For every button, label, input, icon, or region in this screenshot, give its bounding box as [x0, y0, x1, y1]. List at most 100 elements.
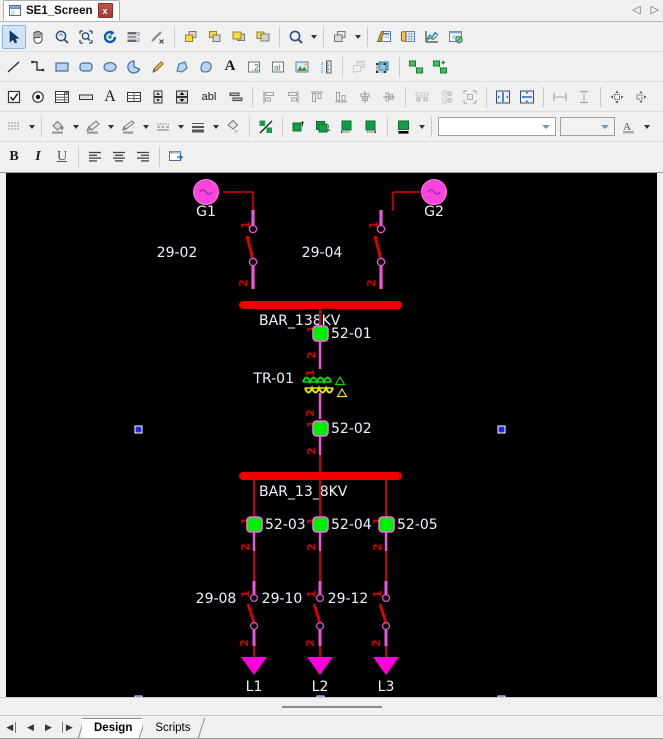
- size-right-button[interactable]: [359, 115, 383, 139]
- fill-color-button[interactable]: [46, 115, 70, 139]
- align-left[interactable]: [257, 85, 281, 109]
- radio-button-tool[interactable]: [26, 85, 50, 109]
- font-color-button[interactable]: A: [617, 115, 641, 139]
- updown-tool[interactable]: [170, 85, 194, 109]
- gradient-button[interactable]: [221, 115, 245, 139]
- underline-button[interactable]: U: [50, 145, 74, 169]
- pie-tool[interactable]: [122, 55, 146, 79]
- chevron-down-icon[interactable]: [416, 115, 427, 139]
- numeric-display-tool[interactable]: .2: [242, 55, 266, 79]
- space-horizontal[interactable]: [548, 85, 572, 109]
- image-tool[interactable]: [290, 55, 314, 79]
- chevron-down-icon[interactable]: [70, 115, 81, 139]
- button-tool[interactable]: [74, 85, 98, 109]
- next-sheet-icon[interactable]: ▶: [40, 719, 57, 737]
- transformer-TR-01[interactable]: 1 TR-01 2: [252, 359, 348, 419]
- toggle-fill-line[interactable]: [254, 115, 278, 139]
- pan-hand-tool[interactable]: [26, 25, 50, 49]
- chevron-down-icon[interactable]: [308, 25, 319, 49]
- nudge-center[interactable]: [605, 85, 629, 109]
- send-to-back[interactable]: [203, 25, 227, 49]
- distribute-vertical[interactable]: [434, 85, 458, 109]
- zoom-tool[interactable]: [50, 25, 74, 49]
- shadow-color-button[interactable]: [392, 115, 416, 139]
- tab-prev-icon[interactable]: ◁: [632, 3, 640, 16]
- chevron-down-icon[interactable]: [352, 25, 363, 49]
- grid-control-tool[interactable]: [122, 85, 146, 109]
- text-align-right-button[interactable]: [131, 145, 155, 169]
- generator-G1-group[interactable]: G1: [193, 179, 254, 221]
- disconnect-switch-29-12[interactable]: 1 2 29-12: [328, 581, 391, 647]
- duplicate-offset-tool[interactable]: [347, 55, 371, 79]
- chevron-down-icon[interactable]: [597, 118, 612, 135]
- nudge-spread[interactable]: [629, 85, 653, 109]
- bold-button[interactable]: B: [2, 145, 26, 169]
- ellipse-tool[interactable]: [98, 55, 122, 79]
- line-style-button[interactable]: [151, 115, 175, 139]
- selection-handle[interactable]: [497, 425, 506, 434]
- textbox-tool[interactable]: abl: [194, 85, 224, 109]
- spinner-tool[interactable]: [146, 85, 170, 109]
- grid-pattern-button[interactable]: [2, 115, 26, 139]
- distribute-horizontal[interactable]: [410, 85, 434, 109]
- chevron-down-icon[interactable]: [175, 115, 186, 139]
- selection-handle[interactable]: [134, 425, 143, 434]
- size-bottom-button[interactable]: [311, 115, 335, 139]
- align-right[interactable]: [281, 85, 305, 109]
- line-weight-button[interactable]: [186, 115, 210, 139]
- scale-tool[interactable]: 210: [314, 55, 338, 79]
- breaker-52-01[interactable]: 1 52-01 2: [305, 325, 372, 359]
- database-grid[interactable]: [396, 25, 420, 49]
- tab-next-icon[interactable]: ▷: [651, 3, 659, 16]
- breaker-52-03[interactable]: 1 52-03 2: [239, 516, 306, 551]
- send-backward[interactable]: [251, 25, 275, 49]
- screen-library[interactable]: [372, 25, 396, 49]
- breaker-52-05[interactable]: 1 52-05 2: [371, 516, 438, 551]
- chevron-down-icon[interactable]: [641, 115, 652, 139]
- polygon-tool[interactable]: [170, 55, 194, 79]
- slider-tool[interactable]: [224, 85, 248, 109]
- size-left-button[interactable]: [335, 115, 359, 139]
- load-L1[interactable]: L1: [241, 657, 267, 695]
- polyline-tool[interactable]: [26, 55, 50, 79]
- line-color-button[interactable]: [116, 115, 140, 139]
- select-arrow-tool[interactable]: [2, 24, 26, 49]
- line-tool[interactable]: [2, 55, 26, 79]
- rounded-rect-tool[interactable]: [74, 55, 98, 79]
- size-top-button[interactable]: [287, 115, 311, 139]
- alpha-display-tool[interactable]: al: [266, 55, 290, 79]
- bring-to-front[interactable]: [179, 25, 203, 49]
- document-tab-se1-screen[interactable]: SE1_Screen x: [3, 0, 120, 21]
- load-L3[interactable]: L3: [373, 657, 399, 695]
- group-objects[interactable]: [328, 25, 352, 49]
- space-vertical[interactable]: [572, 85, 596, 109]
- horizontal-scrollbar[interactable]: [0, 697, 663, 715]
- disconnect-switch-29-04[interactable]: 1 2 29-04: [302, 210, 386, 289]
- generator-G2-group[interactable]: G2: [392, 179, 447, 221]
- zoom-level-button[interactable]: [284, 25, 308, 49]
- same-width[interactable]: [491, 85, 515, 109]
- properties-list-tool[interactable]: 32: [122, 25, 146, 49]
- scrollbar-thumb[interactable]: [281, 705, 382, 708]
- bring-forward[interactable]: [227, 25, 251, 49]
- checkbox-tool[interactable]: [2, 85, 26, 109]
- align-top[interactable]: [305, 85, 329, 109]
- italic-button[interactable]: I: [26, 145, 50, 169]
- chevron-down-icon[interactable]: [105, 115, 116, 139]
- same-height[interactable]: [515, 85, 539, 109]
- pencil-tool[interactable]: [146, 55, 170, 79]
- font-name-combo[interactable]: [438, 117, 556, 136]
- disconnect-switch-29-08[interactable]: 1 2 29-08: [196, 581, 259, 647]
- sheet-tab-design[interactable]: Design: [82, 717, 143, 738]
- font-size-combo[interactable]: [560, 117, 615, 136]
- disconnect-switch-29-02[interactable]: 1 2 29-02: [157, 210, 258, 289]
- script-editor[interactable]: [444, 25, 468, 49]
- chevron-down-icon[interactable]: [26, 115, 37, 139]
- refresh-tool[interactable]: [98, 25, 122, 49]
- rectangle-tool[interactable]: [50, 55, 74, 79]
- chevron-down-icon[interactable]: [210, 115, 221, 139]
- first-sheet-icon[interactable]: ◀│: [4, 719, 21, 737]
- clear-format-tool[interactable]: [146, 25, 170, 49]
- prev-sheet-icon[interactable]: ◀: [22, 719, 39, 737]
- load-L2[interactable]: L2: [307, 657, 333, 695]
